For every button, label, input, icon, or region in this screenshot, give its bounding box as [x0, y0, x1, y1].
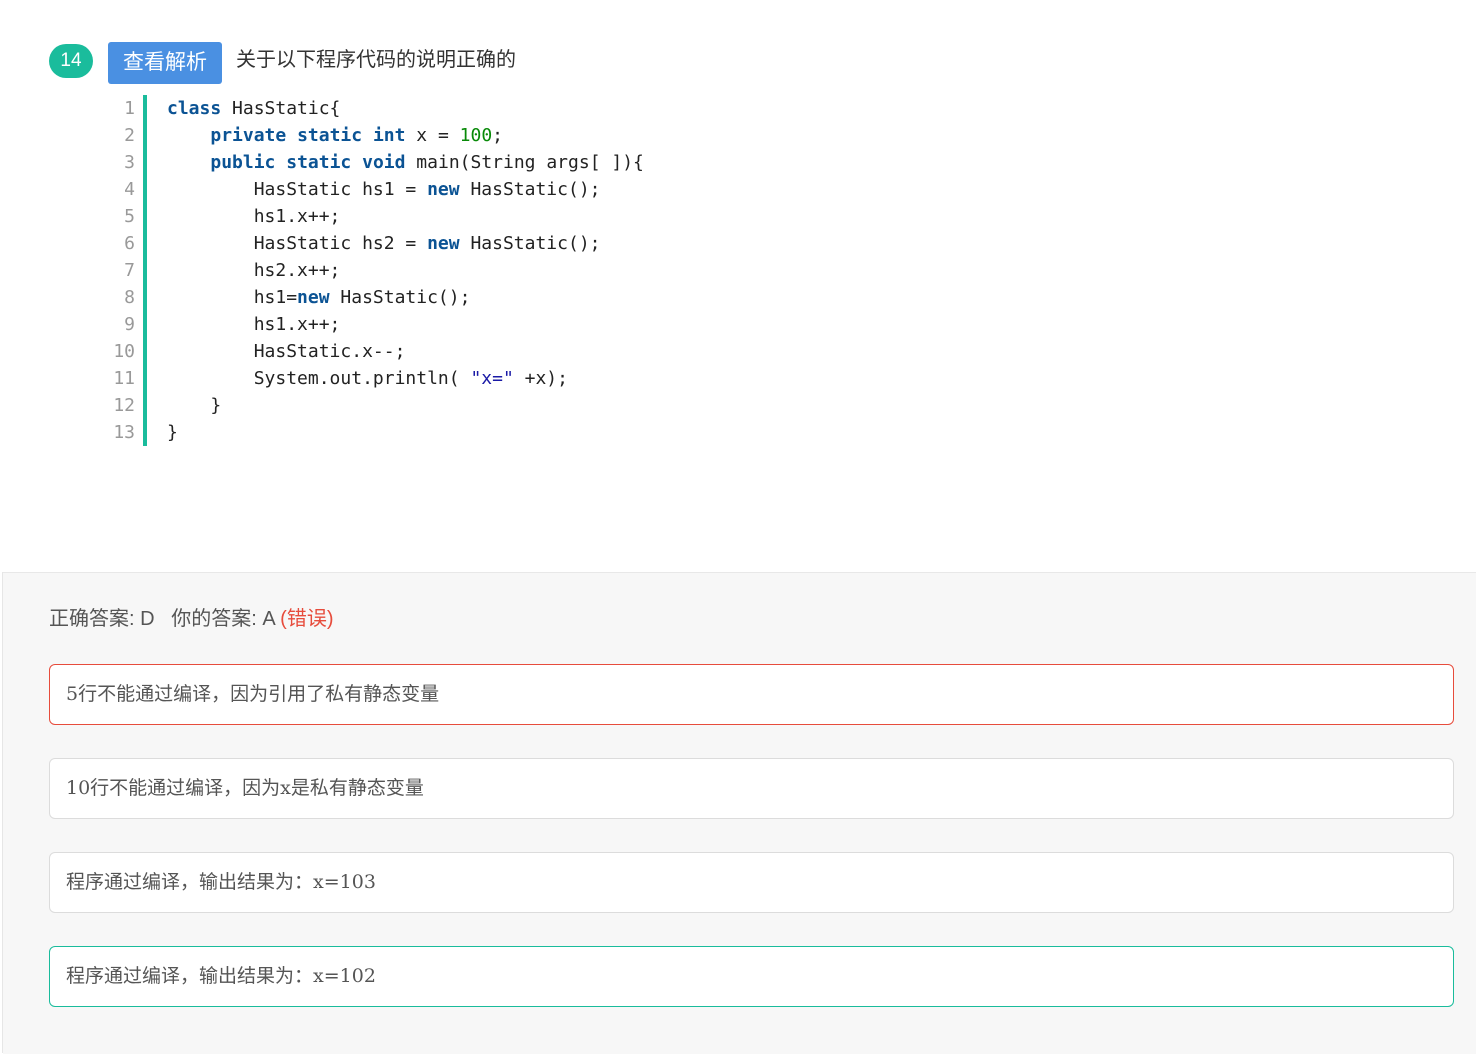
line-number: 5: [124, 206, 135, 227]
code-line: }: [167, 422, 178, 443]
code-line: HasStatic hs2 = new HasStatic();: [167, 233, 601, 254]
view-analysis-button[interactable]: 查看解析: [108, 42, 222, 84]
line-number-gutter: 1 2 3 4 5 6 7 8 9 10 11 12 13: [105, 95, 135, 446]
line-number: 4: [124, 179, 135, 200]
line-number: 12: [113, 395, 135, 416]
question-title: 关于以下程序代码的说明正确的: [236, 49, 516, 71]
code-line: hs1=new HasStatic();: [167, 287, 471, 308]
question-number-badge: 14: [49, 44, 93, 78]
code-line: }: [167, 395, 222, 416]
code-line: class HasStatic{: [167, 98, 341, 119]
line-number: 10: [113, 341, 135, 362]
code-lines: class HasStatic{ private static int x = …: [167, 95, 1067, 446]
your-answer-label: 你的答案: A: [171, 608, 275, 630]
code-line: hs1.x++;: [167, 206, 341, 227]
code-line: System.out.println( "x=" +x);: [167, 368, 568, 389]
code-line: HasStatic hs1 = new HasStatic();: [167, 179, 601, 200]
line-number: 6: [124, 233, 135, 254]
line-number: 1: [124, 98, 135, 119]
option-b[interactable]: 10行不能通过编译，因为x是私有静态变量: [49, 758, 1454, 819]
question-panel: 14 查看解析 关于以下程序代码的说明正确的 1 2 3 4 5 6 7 8 9 10 11 12 13…: [0, 0, 1476, 572]
line-number: 3: [124, 152, 135, 173]
option-c[interactable]: 程序通过编译，输出结果为：x=103: [49, 852, 1454, 913]
line-number: 9: [124, 314, 135, 335]
code-line: public static void main(String args[ ]){: [210, 152, 644, 173]
line-number: 7: [124, 260, 135, 281]
option-a[interactable]: 5行不能通过编译，因为引用了私有静态变量: [49, 664, 1454, 725]
answer-status-wrong: (错误): [280, 608, 334, 630]
code-accent-bar: [143, 95, 147, 446]
line-number: 2: [124, 125, 135, 146]
line-number: 8: [124, 287, 135, 308]
line-number: 11: [113, 368, 135, 389]
code-line: private static int x = 100;: [210, 125, 503, 146]
code-line: hs2.x++;: [167, 260, 341, 281]
correct-answer-label: 正确答案: D: [49, 608, 155, 630]
code-line: hs1.x++;: [167, 314, 341, 335]
answer-summary: 正确答案: D 你的答案: A (错误): [49, 606, 333, 632]
code-line: HasStatic.x--;: [167, 341, 406, 362]
option-d[interactable]: 程序通过编译，输出结果为：x=102: [49, 946, 1454, 1007]
line-number: 13: [113, 422, 135, 443]
